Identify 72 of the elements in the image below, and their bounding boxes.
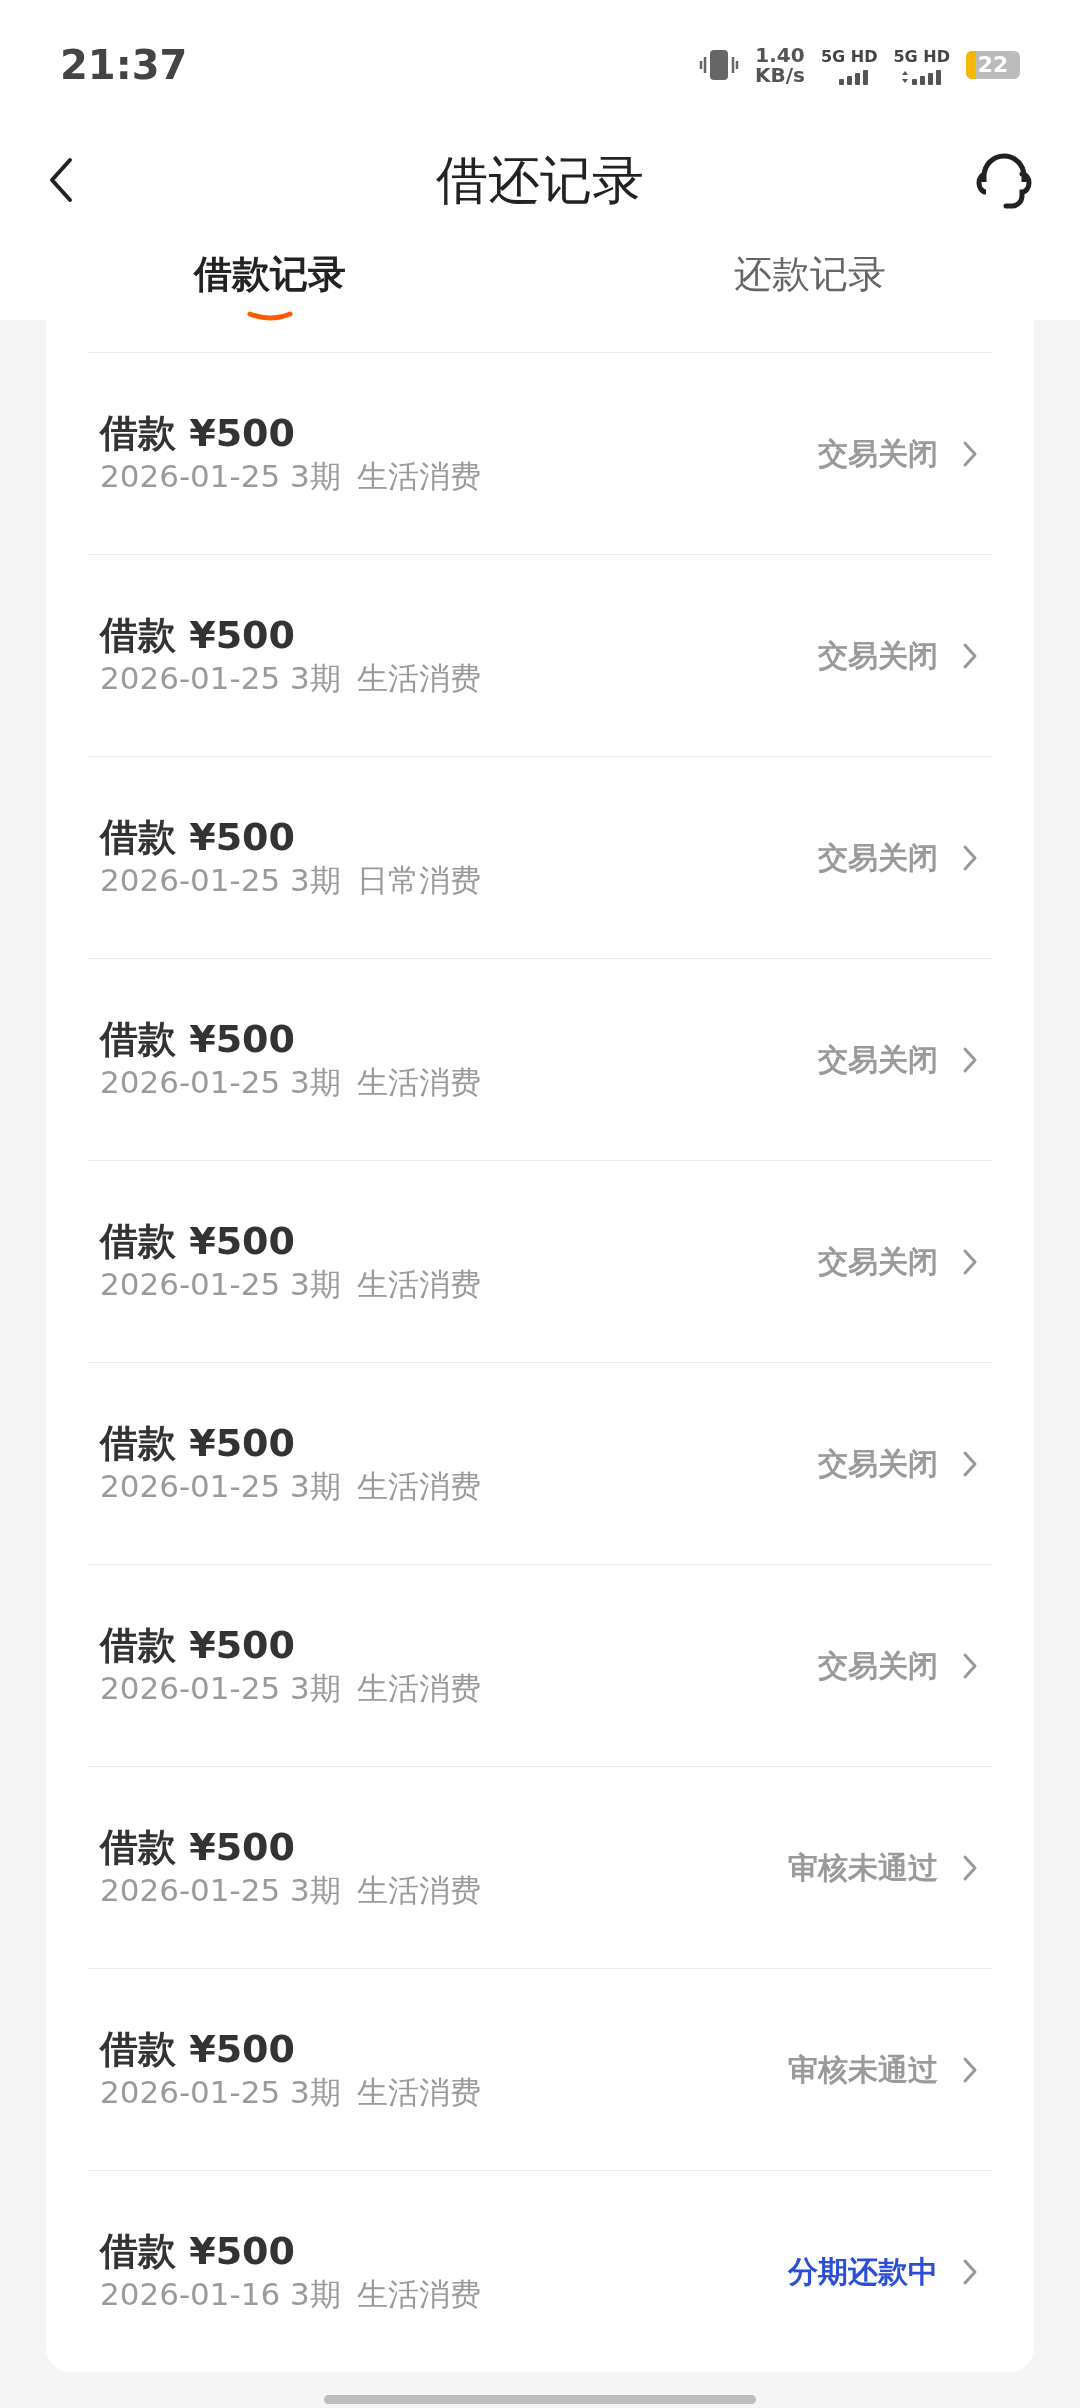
loan-amount: 借款 ¥500 bbox=[100, 2228, 296, 2275]
loan-date-term: 2026-01-25 3期 bbox=[100, 1063, 341, 1103]
chevron-right-icon bbox=[962, 2055, 978, 2084]
status-label: 交易关闭 bbox=[818, 1041, 938, 1079]
chevron-right-icon bbox=[962, 1853, 978, 1882]
chevron-right-icon bbox=[962, 1247, 978, 1276]
loan-date-term: 2026-01-16 3期 bbox=[100, 2275, 341, 2315]
page-title: 借还记录 bbox=[436, 150, 644, 210]
loan-amount: 借款 ¥500 bbox=[100, 612, 296, 659]
record-row[interactable]: 借款 ¥500 2026-01-25 3期 生活消费 交易关闭 bbox=[88, 554, 992, 756]
status-label: 交易关闭 bbox=[818, 839, 938, 877]
chevron-right-icon bbox=[962, 843, 978, 872]
loan-purpose: 生活消费 bbox=[356, 1669, 481, 1709]
record-row[interactable]: 借款 ¥500 2026-01-25 3期 生活消费 审核未通过 bbox=[88, 1968, 992, 2170]
vibrate-icon bbox=[699, 48, 739, 82]
tab[interactable]: 借款记录 bbox=[194, 250, 346, 326]
loan-amount: 借款 ¥500 bbox=[100, 2026, 296, 2073]
status-label: 交易关闭 bbox=[818, 637, 938, 675]
loan-date-term: 2026-01-25 3期 bbox=[100, 1467, 341, 1507]
record-row[interactable]: 借款 ¥500 2026-01-25 3期 生活消费 交易关闭 bbox=[88, 1160, 992, 1362]
record-row[interactable]: 借款 ¥500 2026-01-25 3期 日常消费 交易关闭 bbox=[88, 756, 992, 958]
status-label: 审核未通过 bbox=[788, 1849, 938, 1887]
record-row[interactable]: 借款 ¥500 2026-01-25 3期 生活消费 交易关闭 bbox=[88, 1362, 992, 1564]
tab[interactable]: 还款记录 bbox=[734, 250, 886, 326]
status-label: 交易关闭 bbox=[818, 1243, 938, 1281]
loan-date-term: 2026-01-25 3期 bbox=[100, 1265, 341, 1305]
loan-date-term: 2026-01-25 3期 bbox=[100, 861, 341, 901]
chevron-right-icon bbox=[962, 2257, 978, 2286]
loan-date-term: 2026-01-25 3期 bbox=[100, 457, 341, 497]
record-row[interactable]: 借款 ¥500 2026-01-25 3期 生活消费 审核未通过 bbox=[88, 1766, 992, 1968]
status-label: 交易关闭 bbox=[818, 1445, 938, 1483]
chevron-right-icon bbox=[962, 1651, 978, 1680]
loan-purpose: 生活消费 bbox=[356, 1265, 481, 1305]
loan-amount: 借款 ¥500 bbox=[100, 1824, 296, 1871]
loan-date-term: 2026-01-25 3期 bbox=[100, 1669, 341, 1709]
record-row[interactable]: 借款 ¥500 2026-01-25 3期 生活消费 交易关闭 bbox=[88, 352, 992, 554]
network-label: 5G HD bbox=[820, 46, 878, 68]
status-label: 分期还款中 bbox=[788, 2253, 938, 2291]
loan-date-term: 2026-01-25 3期 bbox=[100, 659, 341, 699]
status-label: 交易关闭 bbox=[818, 435, 938, 473]
status-label: 交易关闭 bbox=[818, 1647, 938, 1685]
loan-purpose: 生活消费 bbox=[356, 457, 481, 497]
loan-purpose: 生活消费 bbox=[356, 659, 481, 699]
network-label: 5G HD bbox=[893, 46, 950, 68]
record-row[interactable]: 借款 ¥500 2026-01-25 3期 生活消费 交易关闭 bbox=[88, 1564, 992, 1766]
battery-indicator: 22 bbox=[966, 51, 1020, 79]
loan-amount: 借款 ¥500 bbox=[100, 410, 296, 457]
record-row[interactable]: 借款 ¥500 2026-01-16 3期 生活消费 分期还款中 bbox=[88, 2170, 992, 2372]
loan-date-term: 2026-01-25 3期 bbox=[100, 1871, 341, 1911]
tab-underline bbox=[246, 309, 294, 322]
loan-amount: 借款 ¥500 bbox=[100, 1420, 296, 1467]
loan-purpose: 生活消费 bbox=[356, 1871, 481, 1911]
loan-purpose: 生活消费 bbox=[356, 1063, 481, 1103]
signal-icon bbox=[901, 69, 942, 85]
loan-amount: 借款 ¥500 bbox=[100, 1016, 296, 1063]
loan-amount: 借款 ¥500 bbox=[100, 1622, 296, 1669]
chevron-right-icon bbox=[962, 1449, 978, 1478]
loan-amount: 借款 ¥500 bbox=[100, 1218, 296, 1265]
record-row[interactable]: 借款 ¥500 2026-01-25 3期 生活消费 交易关闭 bbox=[88, 958, 992, 1160]
chevron-right-icon bbox=[962, 1045, 978, 1074]
clock-time: 21:37 bbox=[60, 41, 188, 90]
loan-purpose: 生活消费 bbox=[356, 1467, 481, 1507]
loan-amount: 借款 ¥500 bbox=[100, 814, 296, 861]
loan-purpose: 生活消费 bbox=[356, 2275, 481, 2315]
chevron-right-icon bbox=[962, 439, 978, 468]
loan-date-term: 2026-01-25 3期 bbox=[100, 2073, 341, 2113]
status-label: 审核未通过 bbox=[788, 2051, 938, 2089]
speed-unit: KB/s bbox=[755, 65, 805, 85]
network-speed: 1.40 bbox=[755, 45, 805, 65]
loan-purpose: 日常消费 bbox=[356, 861, 481, 901]
chevron-right-icon bbox=[962, 641, 978, 670]
loan-purpose: 生活消费 bbox=[356, 2073, 481, 2113]
